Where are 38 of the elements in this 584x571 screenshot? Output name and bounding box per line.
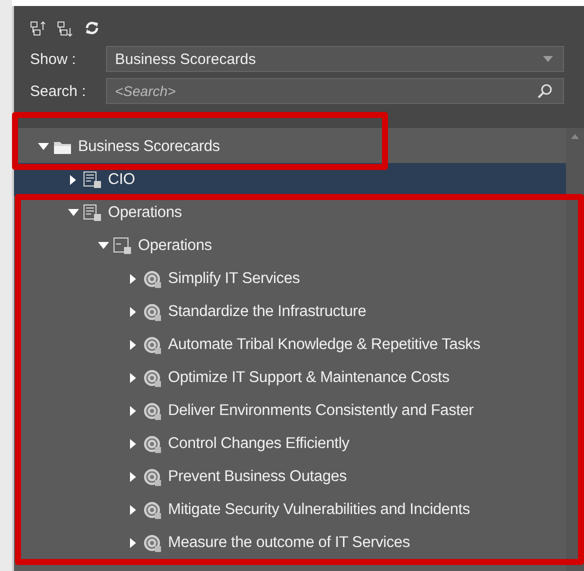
tree-item[interactable]: Automate Tribal Knowledge & Repetitive Tasks (168, 336, 480, 354)
target-icon (143, 368, 162, 386)
target-icon (143, 434, 162, 452)
tree-item[interactable]: Mitigate Security Vulnerabilities and Incidents (168, 500, 470, 518)
target-icon (143, 336, 162, 354)
collapse-arrow-icon[interactable] (66, 209, 80, 216)
collapse-arrow-icon[interactable] (96, 242, 110, 249)
target-icon (143, 534, 162, 552)
search-label: Search : (30, 82, 87, 100)
show-dropdown[interactable]: Business Scorecards (106, 46, 564, 72)
search-field[interactable]: <Search> (115, 83, 537, 99)
tree-item[interactable]: Business Scorecards (78, 138, 220, 156)
search-icon (537, 83, 553, 99)
tree-item[interactable]: Optimize IT Support & Maintenance Costs (168, 368, 450, 386)
scorecard-icon (83, 204, 102, 222)
search-bar[interactable]: <Search> (106, 78, 564, 104)
target-icon (143, 270, 162, 288)
tree-item[interactable]: Measure the outcome of IT Services (168, 534, 410, 552)
collapse-arrow-icon[interactable] (36, 143, 50, 150)
scorecard-icon (83, 170, 102, 188)
show-label: Show : (30, 50, 77, 68)
tree-item[interactable]: CIO (108, 170, 135, 188)
tree-down-icon[interactable] (57, 20, 74, 37)
target-icon (143, 402, 162, 420)
caret-icon (543, 56, 553, 62)
tree-item[interactable]: Simplify IT Services (168, 270, 300, 288)
target-icon (143, 468, 162, 486)
tree-item[interactable]: Deliver Environments Consistently and Faster (168, 402, 474, 420)
tree-item[interactable]: Operations (108, 204, 182, 222)
target-icon (143, 500, 162, 518)
target-icon (143, 302, 162, 320)
tree-up-icon[interactable] (30, 20, 47, 37)
tree-item[interactable]: Prevent Business Outages (168, 468, 347, 486)
tree-item[interactable]: Control Changes Efficiently (168, 434, 350, 452)
tree-item[interactable]: Operations (138, 236, 212, 254)
refresh-icon[interactable] (84, 20, 101, 37)
tree-item[interactable]: Standardize the Infrastructure (168, 302, 366, 320)
perspective-icon (113, 236, 132, 254)
